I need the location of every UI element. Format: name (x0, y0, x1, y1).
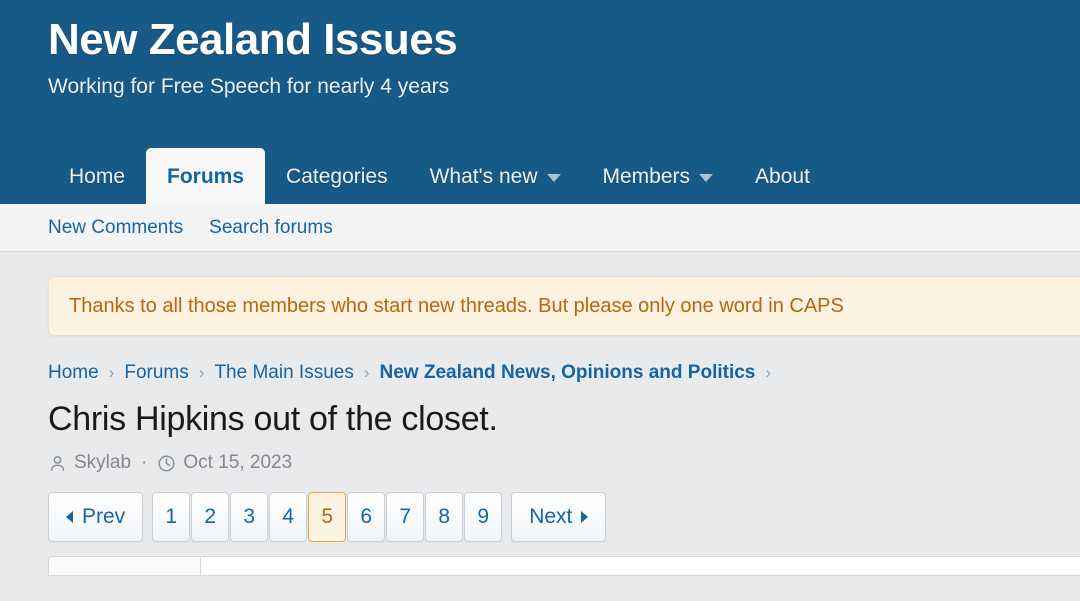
chevron-right-icon (581, 511, 589, 524)
post-author-column (48, 556, 200, 577)
thread-date[interactable]: Oct 15, 2023 (183, 452, 292, 474)
nav-item-label: What's new (429, 164, 538, 188)
secondary-navigation: New Comments Search forums (0, 204, 1080, 252)
pagination-page-2[interactable]: 2 (191, 492, 230, 543)
pagination-page-9[interactable]: 9 (464, 492, 503, 543)
chevron-down-icon[interactable] (546, 173, 561, 182)
breadcrumb-separator-icon: › (108, 363, 115, 382)
breadcrumb-item-the-main-issues[interactable]: The Main Issues (214, 362, 353, 384)
pagination-next-button[interactable]: Next (511, 492, 607, 543)
chevron-down-icon[interactable] (699, 173, 714, 182)
subnav-item-new-comments[interactable]: New Comments (48, 217, 183, 239)
notice-banner: Thanks to all those members who start ne… (48, 276, 1080, 336)
breadcrumb: Home › Forums › The Main Issues › New Ze… (48, 362, 1080, 384)
clock-icon (157, 454, 176, 473)
pagination-page-3[interactable]: 3 (230, 492, 269, 543)
pagination-page-5-current[interactable]: 5 (308, 492, 347, 543)
page-title: Chris Hipkins out of the closet. (48, 400, 498, 438)
nav-item-home[interactable]: Home (48, 148, 146, 204)
pagination-page-7[interactable]: 7 (386, 492, 425, 543)
thread-byline: Skylab · Oct 15, 2023 (48, 452, 1080, 474)
user-icon (48, 454, 67, 473)
primary-navigation: Home Forums Categories What's new Member… (0, 140, 1080, 204)
main-content: Thanks to all those members who start ne… (0, 252, 1080, 577)
breadcrumb-separator-icon: › (363, 363, 370, 382)
nav-item-members[interactable]: Members (582, 148, 735, 204)
pagination-page-4[interactable]: 4 (269, 492, 308, 543)
post-body-column (200, 556, 1080, 577)
subnav-item-search-forums[interactable]: Search forums (209, 217, 333, 239)
site-title: New Zealand Issues (48, 15, 458, 64)
nav-item-forums[interactable]: Forums (146, 148, 266, 204)
pagination-page-8[interactable]: 8 (425, 492, 464, 543)
pagination-page-1[interactable]: 1 (152, 492, 191, 543)
breadcrumb-item-forums[interactable]: Forums (124, 362, 188, 384)
nav-item-label: Forums (167, 164, 245, 188)
pagination-prev-button[interactable]: Prev (48, 492, 144, 543)
pagination-page-list: 1 2 3 4 5 6 7 8 9 (152, 492, 503, 543)
breadcrumb-separator-icon: › (765, 363, 772, 382)
nav-item-categories[interactable]: Categories (265, 148, 409, 204)
site-tagline: Working for Free Speech for nearly 4 yea… (48, 75, 450, 99)
thread-author[interactable]: Skylab (74, 452, 131, 474)
pagination-next-label: Next (529, 505, 573, 529)
nav-item-label: Categories (286, 164, 388, 188)
nav-item-about[interactable]: About (734, 148, 831, 204)
post-list-top-edge (48, 556, 1080, 577)
chevron-left-icon (66, 511, 73, 524)
site-masthead: New Zealand Issues Working for Free Spee… (0, 0, 1080, 140)
pagination-page-6[interactable]: 6 (347, 492, 386, 543)
breadcrumb-separator-icon: › (198, 363, 205, 382)
breadcrumb-item-home[interactable]: Home (48, 362, 99, 384)
pagination: Prev 1 2 3 4 5 6 7 8 9 Next (48, 492, 1080, 543)
byline-separator: · (141, 452, 148, 474)
breadcrumb-item-current-forum[interactable]: New Zealand News, Opinions and Politics (380, 362, 756, 384)
nav-item-label: Members (602, 164, 691, 188)
nav-item-label: About (755, 164, 810, 188)
nav-item-whats-new[interactable]: What's new (409, 148, 582, 204)
nav-item-label: Home (69, 164, 126, 188)
pagination-prev-label: Prev (82, 505, 126, 529)
